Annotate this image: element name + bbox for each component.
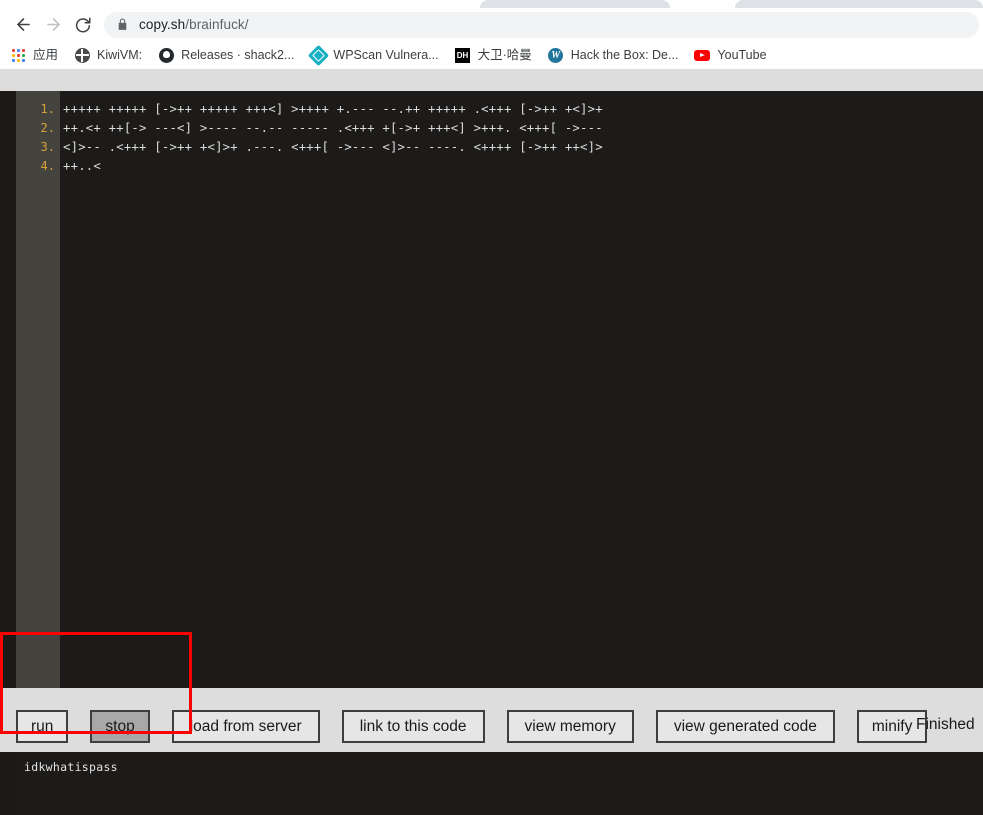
wordpress-icon: W bbox=[548, 47, 564, 63]
reload-icon[interactable] bbox=[68, 10, 98, 40]
line-number: 2. bbox=[40, 121, 55, 135]
output-console[interactable]: idkwhatispass bbox=[16, 752, 983, 815]
bookmark-wpscan[interactable]: WPScan Vulnera... bbox=[307, 44, 439, 66]
bookmark-label: Hack the Box: De... bbox=[570, 48, 679, 62]
bookmark-hack-the-box[interactable]: W Hack the Box: De... bbox=[548, 47, 679, 63]
active-tab[interactable] bbox=[672, 0, 734, 8]
address-bar[interactable]: copy.sh/brainfuck/ bbox=[104, 11, 979, 38]
line-number: 4. bbox=[40, 159, 55, 173]
line-number: 1. bbox=[40, 102, 55, 116]
load-from-server-button[interactable]: load from server bbox=[171, 710, 320, 743]
back-icon[interactable] bbox=[8, 10, 38, 40]
status-text: Finished bbox=[916, 716, 975, 733]
browser-window: copy.sh/brainfuck/ 应用 KiwiVM: Releases ·… bbox=[0, 0, 983, 815]
button-row: run stop load from server link to this c… bbox=[16, 710, 949, 743]
bookmark-label: 大卫·哈曼 bbox=[477, 48, 532, 62]
line-number-gutter: 1. 2. 3. 4. bbox=[16, 91, 60, 688]
bookmark-label: KiwiVM: bbox=[97, 48, 143, 62]
code-text-area[interactable]: +++++ +++++ [->++ +++++ +++<] >++++ +.--… bbox=[60, 91, 983, 688]
background-tab[interactable] bbox=[480, 0, 670, 8]
controls-bar: run stop load from server link to this c… bbox=[0, 688, 983, 752]
url-path: /brainfuck/ bbox=[185, 17, 249, 32]
code-line: <]>-- .<+++ [->++ +<]>+ .---. <+++[ ->--… bbox=[63, 140, 603, 154]
code-line: ++..< bbox=[63, 159, 102, 173]
bookmarks-bar: 应用 KiwiVM: Releases · shack2... WPScan V… bbox=[0, 41, 983, 69]
page-content: 1. 2. 3. 4. +++++ +++++ [->++ +++++ +++<… bbox=[0, 69, 983, 815]
bookmark-youtube[interactable]: YouTube bbox=[694, 47, 767, 63]
bookmark-releases-shack2[interactable]: Releases · shack2... bbox=[158, 47, 294, 63]
bookmark-label: Releases · shack2... bbox=[181, 48, 295, 62]
code-line: ++.<+ ++[-> ---<] >---- --.-- ----- .<++… bbox=[63, 121, 603, 135]
code-line: +++++ +++++ [->++ +++++ +++<] >++++ +.--… bbox=[63, 102, 603, 116]
github-icon bbox=[158, 47, 174, 63]
bookmark-label: 应用 bbox=[33, 48, 59, 62]
run-button[interactable]: run bbox=[16, 710, 69, 743]
background-tab[interactable] bbox=[735, 0, 983, 8]
url-host: copy.sh bbox=[139, 17, 186, 32]
wpscan-icon bbox=[307, 44, 330, 66]
page-top-padding bbox=[0, 69, 983, 91]
tab-strip bbox=[0, 0, 983, 8]
bookmark-label: WPScan Vulnera... bbox=[333, 48, 439, 62]
bookmark-dawei-haman[interactable]: DH 大卫·哈曼 bbox=[455, 47, 532, 63]
stop-button[interactable]: stop bbox=[90, 710, 150, 743]
brainfuck-code-editor[interactable]: 1. 2. 3. 4. +++++ +++++ [->++ +++++ +++<… bbox=[16, 91, 983, 688]
apps-grid-icon bbox=[10, 47, 26, 63]
view-generated-code-button[interactable]: view generated code bbox=[655, 710, 835, 743]
dh-icon: DH bbox=[455, 47, 471, 63]
forward-icon[interactable] bbox=[38, 10, 68, 40]
output-text: idkwhatispass bbox=[24, 760, 118, 774]
link-to-this-code-button[interactable]: link to this code bbox=[341, 710, 485, 743]
line-number: 3. bbox=[40, 140, 55, 154]
globe-icon bbox=[74, 47, 90, 63]
lock-icon bbox=[116, 18, 129, 31]
browser-toolbar: copy.sh/brainfuck/ bbox=[0, 8, 983, 41]
youtube-icon bbox=[694, 47, 711, 63]
url-text: copy.sh/brainfuck/ bbox=[139, 17, 249, 32]
view-memory-button[interactable]: view memory bbox=[506, 710, 634, 743]
bookmark-kiwivm[interactable]: KiwiVM: bbox=[74, 47, 142, 63]
bookmark-apps[interactable]: 应用 bbox=[10, 47, 58, 63]
bookmark-label: YouTube bbox=[717, 48, 767, 62]
